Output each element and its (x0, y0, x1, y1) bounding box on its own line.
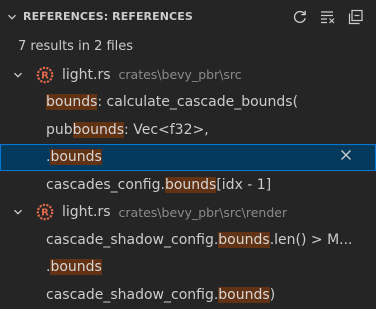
match-text-before: cascade_shadow_config. (46, 231, 219, 248)
match-highlight: bounds (46, 94, 98, 111)
match-text-before: pub (46, 121, 73, 138)
rust-file-icon: R (36, 66, 54, 84)
file-path: crates\bevy_pbr\src (118, 67, 242, 83)
match-text-before: cascade_shadow_config. (46, 286, 219, 303)
file-group-header[interactable]: R light.rs crates\bevy_pbr\src\render (0, 199, 376, 227)
file-name: light.rs (62, 204, 111, 221)
match-text-after: [idx - 1] (216, 176, 272, 193)
refresh-icon[interactable] (289, 6, 311, 28)
rust-file-icon: R (36, 203, 54, 221)
collapse-all-icon[interactable] (345, 6, 367, 28)
match-highlight: bounds (50, 149, 102, 166)
svg-text:R: R (41, 208, 49, 219)
match-text-after: : Vec<f32>, (124, 121, 209, 138)
match-row-selected[interactable]: . bounds (0, 143, 376, 171)
match-row[interactable]: . bounds (0, 254, 376, 282)
match-text-after: ) (269, 286, 276, 303)
match-highlight: bounds (218, 286, 270, 303)
panel-title: REFERENCES: REFERENCES (23, 10, 193, 23)
match-row[interactable]: pub bounds: Vec<f32>, (0, 116, 376, 144)
chevron-down-icon[interactable] (10, 67, 26, 83)
match-text-after: .len() > M... (269, 231, 353, 248)
clear-icon[interactable] (317, 6, 339, 28)
match-row[interactable]: cascade_shadow_config. bounds) (0, 281, 376, 309)
chevron-down-icon[interactable] (10, 204, 26, 220)
match-text-after: : calculate_cascade_bounds( (97, 94, 299, 111)
match-highlight: bounds (218, 231, 270, 248)
header-actions (289, 6, 376, 28)
dismiss-result-icon[interactable] (340, 149, 356, 165)
svg-text:R: R (41, 70, 49, 81)
panel-header[interactable]: REFERENCES: REFERENCES (0, 0, 376, 33)
match-highlight: bounds (72, 121, 125, 138)
match-row[interactable]: bounds: calculate_cascade_bounds( (0, 89, 376, 117)
match-row[interactable]: cascades_config. bounds [idx - 1] (0, 171, 376, 199)
results-summary: 7 results in 2 files (18, 39, 134, 54)
file-path: crates\bevy_pbr\src\render (118, 204, 288, 220)
file-group-header[interactable]: R light.rs crates\bevy_pbr\src (0, 61, 376, 89)
match-row[interactable]: cascade_shadow_config. bounds .len() > M..… (0, 226, 376, 254)
match-text-before: cascades_config. (46, 176, 165, 193)
file-name: light.rs (62, 66, 111, 83)
references-panel: REFERENCES: REFERENCES 7 results in 2 fi… (0, 0, 376, 309)
chevron-down-icon[interactable] (3, 8, 21, 26)
match-highlight: bounds (50, 259, 102, 276)
match-highlight: bounds (164, 176, 217, 193)
